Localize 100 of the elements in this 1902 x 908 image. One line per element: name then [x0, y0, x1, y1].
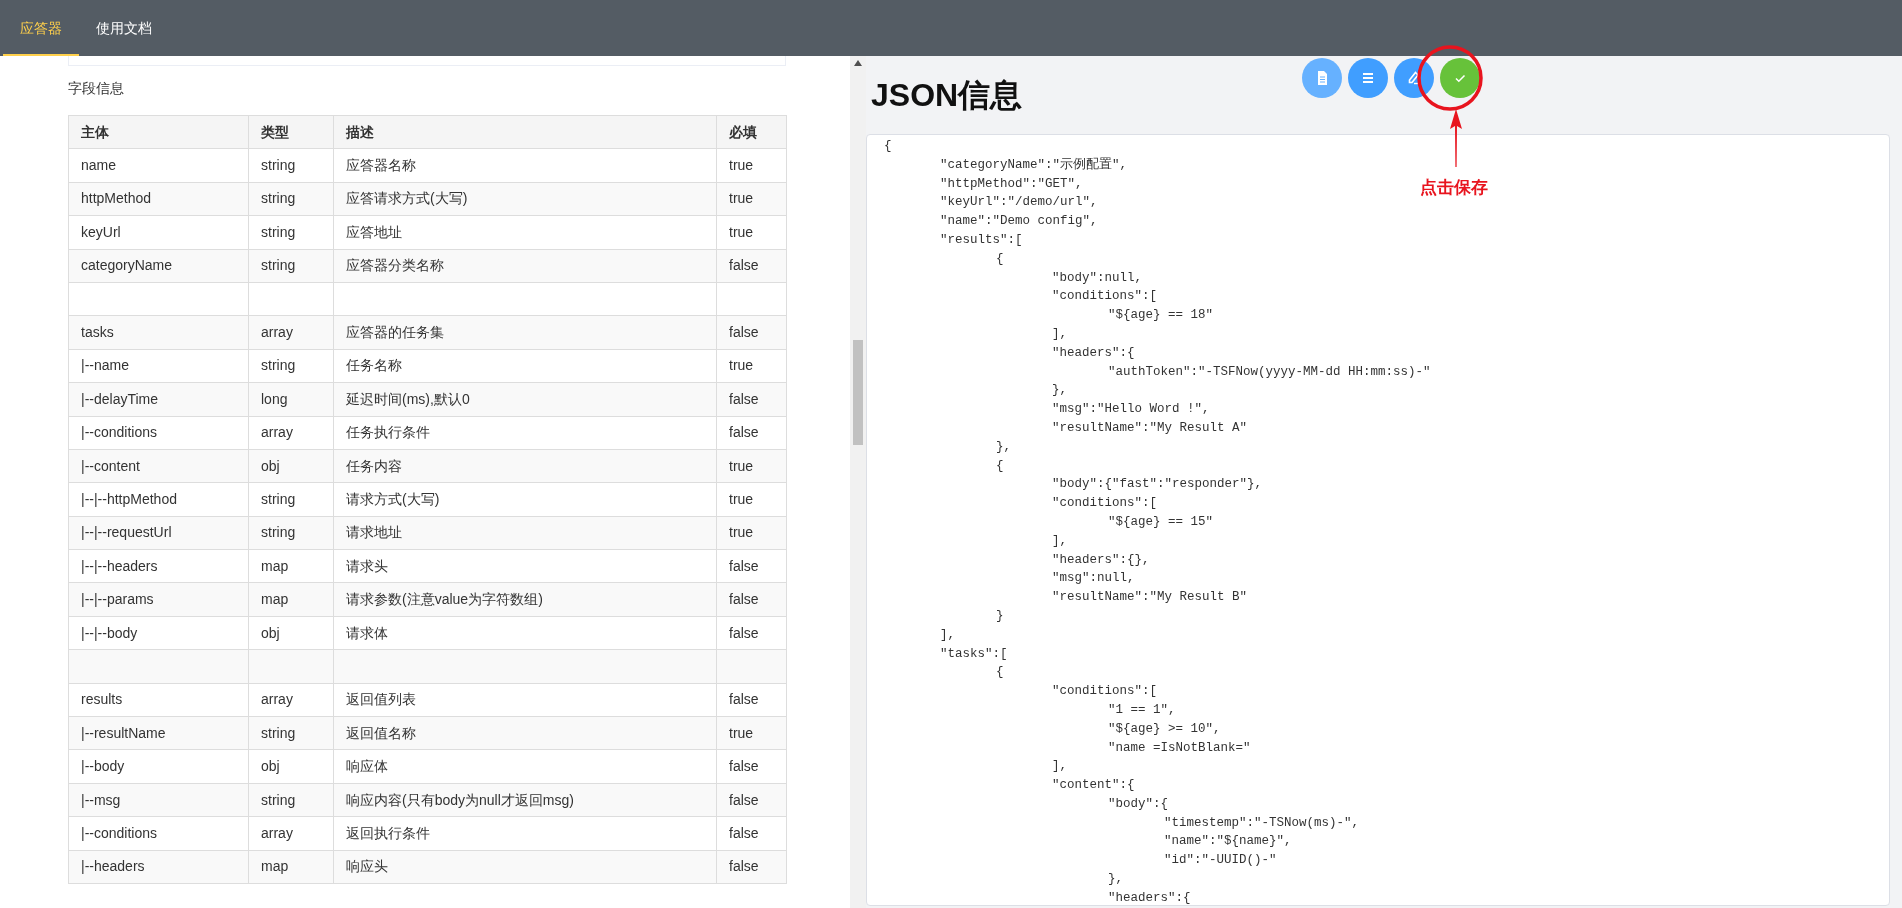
table-cell: string — [248, 349, 334, 383]
table-cell: true — [716, 215, 787, 250]
table-cell: true — [716, 482, 787, 517]
code-line: { — [995, 457, 1004, 475]
table-cell: 应答器分类名称 — [333, 249, 717, 283]
code-line: "headers":{}, — [1051, 551, 1150, 569]
edit-button[interactable] — [1394, 58, 1434, 98]
table-cell: false — [716, 816, 787, 851]
code-line: ], — [1051, 758, 1067, 776]
code-line: "name":"Demo config", — [939, 213, 1098, 231]
code-line: "authToken":"-TSFNow(yyyy-MM-dd HH:mm:ss)-" — [1107, 363, 1431, 381]
table-cell: false — [716, 382, 787, 416]
code-line: "results":[ — [939, 232, 1023, 249]
code-line: "body":{"fast":"responder"}, — [1051, 476, 1263, 494]
table-cell: true — [716, 349, 787, 383]
table-cell: 任务执行条件 — [333, 416, 717, 450]
table-cell: false — [716, 749, 787, 784]
scrollbar-thumb[interactable] — [853, 340, 863, 445]
code-line: "resultName":"My Result A" — [1051, 419, 1248, 437]
table-cell: true — [716, 182, 787, 216]
table-cell: obj — [248, 749, 334, 784]
table-cell: string — [248, 482, 334, 517]
table-cell: results — [68, 683, 249, 717]
table-cell: array — [248, 683, 334, 717]
code-line: "headers":{ — [1107, 889, 1191, 905]
code-line: "categoryName":"示例配置", — [939, 156, 1128, 174]
save-button[interactable] — [1440, 58, 1480, 98]
table-cell: keyUrl — [68, 215, 249, 250]
table-cell: long — [248, 382, 334, 416]
scrollbar[interactable] — [850, 56, 866, 908]
table-cell: tasks — [68, 315, 249, 350]
table-cell: 响应体 — [333, 749, 717, 784]
table-cell: 请求体 — [333, 616, 717, 650]
table-cell: string — [248, 716, 334, 750]
code-line: "${age} >= 10", — [1107, 720, 1221, 738]
table-cell: obj — [248, 449, 334, 483]
code-line: "content":{ — [1051, 777, 1135, 795]
table-cell: string — [248, 215, 334, 250]
table-cell: 返回值名称 — [333, 716, 717, 750]
table-cell: string — [248, 783, 334, 817]
table-cell: false — [716, 683, 787, 717]
code-line: "httpMethod":"GET", — [939, 175, 1083, 193]
code-line: } — [995, 607, 1004, 625]
table-cell: |--|--httpMethod — [68, 482, 249, 517]
table-cell: 请求头 — [333, 549, 717, 583]
code-line: "name =IsNotBlank=" — [1107, 739, 1251, 757]
nav-tab[interactable]: 应答器 — [3, 0, 79, 56]
code-line: "${age} == 18" — [1107, 307, 1214, 325]
table-cell: |--delayTime — [68, 382, 249, 416]
table-cell: 应答器的任务集 — [333, 315, 717, 350]
table-cell: 请求参数(注意value为字符数组) — [333, 582, 717, 617]
table-cell: 延迟时间(ms),默认0 — [333, 382, 717, 416]
table-cell: |--resultName — [68, 716, 249, 750]
table-cell: false — [716, 416, 787, 450]
table-cell: obj — [248, 616, 334, 650]
table-cell: |--|--headers — [68, 549, 249, 583]
column-header: 描述 — [333, 115, 717, 149]
table-cell: true — [716, 449, 787, 483]
section-title: 字段信息 — [68, 79, 125, 98]
table-cell: string — [248, 182, 334, 216]
panel-title: JSON信息 — [871, 76, 1023, 115]
code-line: "conditions":[ — [1051, 288, 1158, 306]
code-line: ], — [1051, 532, 1067, 550]
nav-tab[interactable]: 使用文档 — [79, 0, 169, 56]
table-cell: map — [248, 850, 334, 884]
annotation-text: 点击保存 — [1420, 176, 1488, 199]
highlight-circle — [1417, 45, 1483, 111]
table-cell: true — [716, 716, 787, 750]
code-line: "1 == 1", — [1107, 701, 1176, 719]
table-cell: 响应头 — [333, 850, 717, 884]
table-cell: array — [248, 816, 334, 851]
table-cell: false — [716, 315, 787, 350]
table-cell: 应答请求方式(大写) — [333, 182, 717, 216]
table-cell: |--|--requestUrl — [68, 516, 249, 550]
table-cell: 应答器名称 — [333, 148, 717, 183]
code-line: "headers":{ — [1051, 344, 1135, 362]
code-line: "tasks":[ — [939, 645, 1008, 663]
code-line: "body":{ — [1107, 795, 1168, 813]
code-line: ], — [1051, 325, 1067, 343]
code-line: "keyUrl":"/demo/url", — [939, 194, 1098, 212]
table-cell: 任务内容 — [333, 449, 717, 483]
column-header: 必填 — [716, 115, 787, 149]
code-line: "conditions":[ — [1051, 683, 1158, 701]
table-cell: map — [248, 549, 334, 583]
code-line: }, — [1107, 871, 1123, 889]
code-line: { — [884, 138, 892, 155]
code-line: "msg":null, — [1051, 570, 1135, 588]
table-cell: |--name — [68, 349, 249, 383]
table-cell: true — [716, 516, 787, 550]
table-cell: string — [248, 249, 334, 283]
scroll-up-icon[interactable] — [854, 60, 862, 66]
table-cell: false — [716, 616, 787, 650]
table-cell: |--content — [68, 449, 249, 483]
lines-icon — [1360, 70, 1376, 86]
table-cell: categoryName — [68, 249, 249, 283]
code-line: "name":"${name}", — [1163, 833, 1292, 851]
format-button[interactable] — [1348, 58, 1388, 98]
code-line: }, — [995, 438, 1011, 456]
code-line: { — [995, 664, 1004, 682]
code-line: "timestemp":"-TSNow(ms)-", — [1163, 814, 1360, 832]
